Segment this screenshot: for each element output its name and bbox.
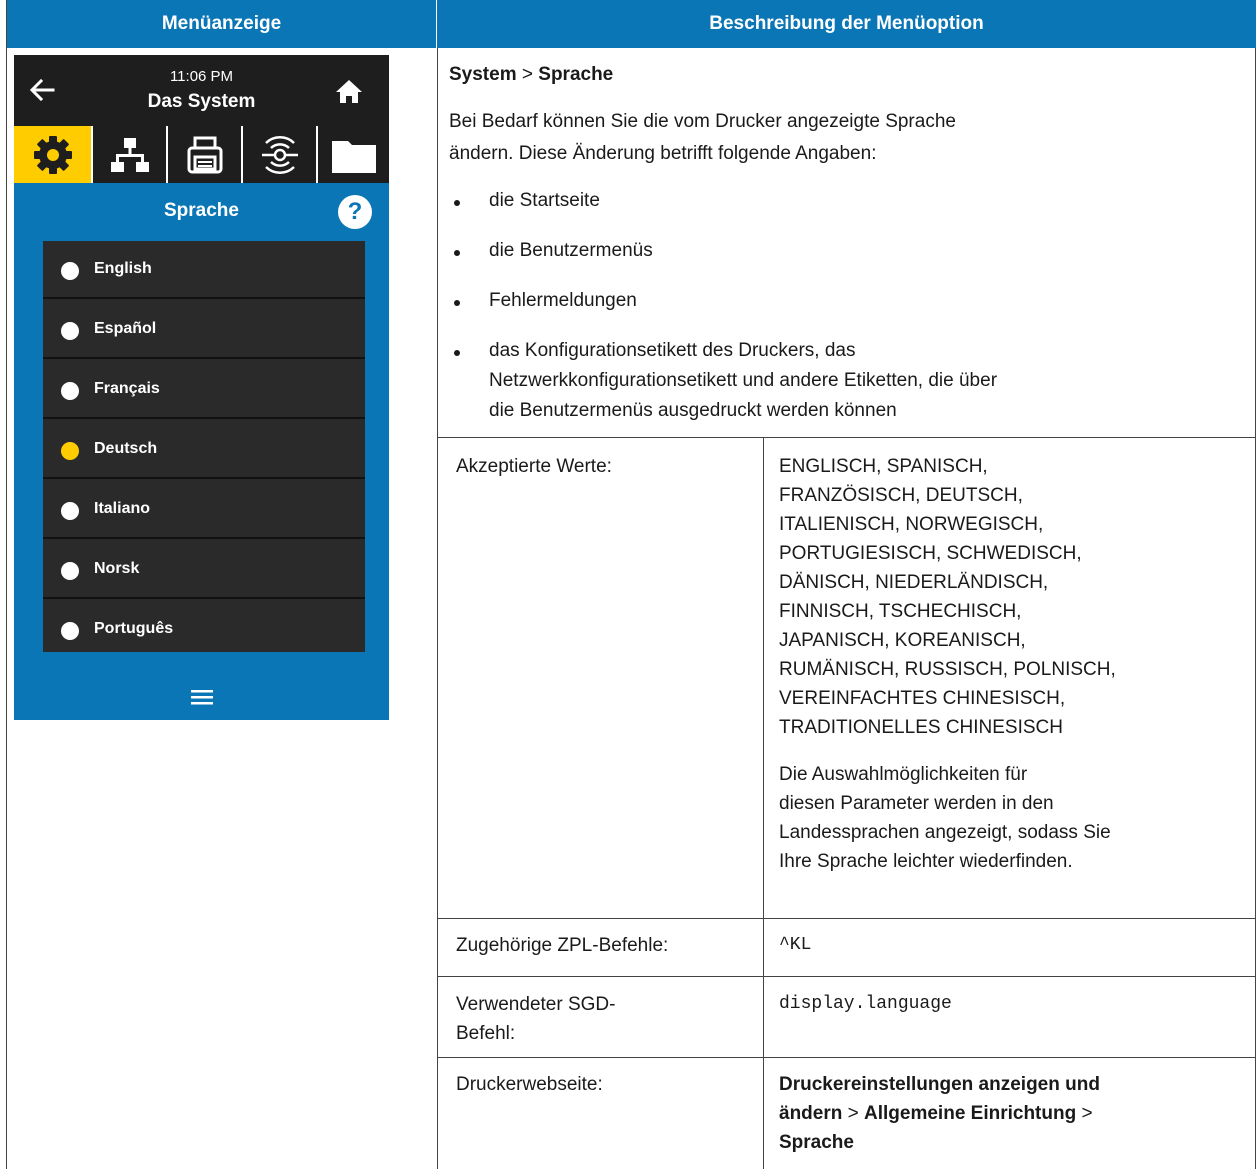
intro-line-2: ändern. Diese Änderung betrifft folgende… bbox=[449, 143, 877, 164]
home-icon[interactable] bbox=[335, 78, 363, 104]
radio-unselected-icon bbox=[61, 322, 79, 340]
accepted-value-line: ITALIENISCH, NORWEGISCH, bbox=[779, 514, 1044, 535]
printer-display-screenshot: 11:06 PM Das System Sprache ? English Es… bbox=[14, 55, 389, 720]
zpl-command-value: ^KL bbox=[779, 935, 812, 955]
rfid-icon bbox=[261, 135, 298, 174]
device-category-tabs bbox=[14, 126, 389, 183]
webpage-path-line: Sprache bbox=[779, 1132, 854, 1153]
hamburger-menu-icon[interactable] bbox=[191, 689, 213, 705]
network-icon bbox=[110, 137, 149, 172]
webpage-path-line: Druckereinstellungen anzeigen und bbox=[779, 1074, 1100, 1095]
tab-rfid[interactable] bbox=[241, 126, 316, 183]
language-label: Deutsch bbox=[94, 440, 158, 457]
tab-system-gear[interactable] bbox=[14, 126, 91, 183]
sgd-label-line: Verwendeter SGD- bbox=[456, 994, 616, 1015]
sgd-label-line: Befehl: bbox=[456, 1023, 516, 1044]
language-label: Español bbox=[94, 320, 157, 337]
device-clock: 11:06 PM bbox=[169, 68, 234, 85]
radio-unselected-icon bbox=[61, 382, 79, 400]
language-list: English Español Français Deutsch Italian… bbox=[43, 241, 365, 652]
header-menu-display: Menüanzeige bbox=[7, 0, 437, 48]
bullet-dot bbox=[454, 250, 460, 256]
header-menu-description: Beschreibung der Menüoption bbox=[437, 0, 1256, 48]
row-divider bbox=[437, 1057, 1256, 1058]
language-option-italiano[interactable]: Italiano bbox=[43, 481, 365, 539]
menu-path-separator: > bbox=[516, 64, 539, 85]
note-line: diesen Parameter werden in den bbox=[779, 793, 1054, 814]
zpl-commands-label: Zugehörige ZPL-Befehle: bbox=[456, 935, 669, 956]
language-label: Português bbox=[94, 620, 174, 637]
menu-path-language: Sprache bbox=[538, 64, 614, 85]
row-divider bbox=[437, 918, 1256, 919]
folder-icon bbox=[331, 140, 376, 173]
accepted-value-line: JAPANISCH, KOREANISCH, bbox=[779, 630, 1026, 651]
device-section-heading: Sprache ? bbox=[14, 183, 389, 241]
webpage-path-line: ändern > Allgemeine Einrichtung > bbox=[779, 1099, 1100, 1128]
note-line: Landessprachen angezeigt, sodass Sie bbox=[779, 822, 1111, 843]
language-option-english[interactable]: English bbox=[43, 241, 365, 299]
device-screen-title: Das System bbox=[147, 91, 256, 112]
bullet-item-continued: die Benutzermenüs ausgedruckt werden kön… bbox=[489, 400, 897, 421]
accepted-value-line: TRADITIONELLES CHINESISCH bbox=[779, 717, 1063, 738]
accepted-value-line: FINNISCH, TSCHECHISCH, bbox=[779, 601, 1022, 622]
row-divider bbox=[437, 437, 1256, 438]
radio-selected-icon bbox=[61, 442, 79, 460]
row-divider bbox=[437, 976, 1256, 977]
accepted-values-list: ENGLISCH, SPANISCH, FRANZÖSISCH, DEUTSCH… bbox=[779, 452, 1116, 742]
language-option-portugues[interactable]: Português bbox=[43, 601, 365, 652]
printer-webpage-label: Druckerwebseite: bbox=[456, 1074, 603, 1095]
radio-unselected-icon bbox=[61, 262, 79, 280]
note-line: Ihre Sprache leichter wiederfinden. bbox=[779, 851, 1073, 872]
device-top-bar: 11:06 PM Das System bbox=[14, 55, 389, 126]
help-icon[interactable]: ? bbox=[338, 195, 372, 229]
bullet-dot bbox=[454, 200, 460, 206]
note-line: Die Auswahlmöglichkeiten für bbox=[779, 764, 1028, 785]
language-label: English bbox=[94, 260, 152, 277]
column-divider bbox=[437, 48, 438, 1169]
language-option-deutsch[interactable]: Deutsch bbox=[43, 421, 365, 479]
menu-path: System > Sprache bbox=[449, 60, 613, 89]
bullet-item: die Benutzermenüs bbox=[489, 240, 653, 261]
language-option-norsk[interactable]: Norsk bbox=[43, 541, 365, 599]
accepted-value-line: RUMÄNISCH, RUSSISCH, POLNISCH, bbox=[779, 659, 1116, 680]
accepted-values-label: Akzeptierte Werte: bbox=[456, 456, 612, 477]
language-option-francais[interactable]: Français bbox=[43, 361, 365, 419]
bullet-dot bbox=[454, 300, 460, 306]
accepted-value-line: PORTUGIESISCH, SCHWEDISCH, bbox=[779, 543, 1082, 564]
language-label: Norsk bbox=[94, 560, 140, 577]
bullet-item-continued: Netzwerkkonfigurationsetikett und andere… bbox=[489, 370, 998, 391]
language-option-espanol[interactable]: Español bbox=[43, 301, 365, 359]
tab-storage[interactable] bbox=[316, 126, 389, 183]
radio-unselected-icon bbox=[61, 622, 79, 640]
bullet-item: das Konfigurationsetikett des Druckers, … bbox=[489, 340, 856, 361]
accepted-value-line: VEREINFACHTES CHINESISCH, bbox=[779, 688, 1066, 709]
accepted-value-line: FRANZÖSISCH, DEUTSCH, bbox=[779, 485, 1023, 506]
intro-line-1: Bei Bedarf können Sie die vom Drucker an… bbox=[449, 111, 956, 132]
sgd-command-label: Verwendeter SGD- Befehl: bbox=[456, 990, 615, 1048]
webpage-path-separator: > bbox=[1076, 1103, 1093, 1124]
radio-unselected-icon bbox=[61, 502, 79, 520]
bullet-item: Fehlermeldungen bbox=[489, 290, 637, 311]
bullet-item: die Startseite bbox=[489, 190, 600, 211]
language-label: Italiano bbox=[94, 500, 151, 517]
accepted-value-line: DÄNISCH, NIEDERLÄNDISCH, bbox=[779, 572, 1049, 593]
menu-path-system: System bbox=[449, 64, 517, 85]
webpage-path-separator: > bbox=[842, 1103, 865, 1124]
subtable-column-divider bbox=[763, 437, 764, 1169]
accepted-value-line: ENGLISCH, SPANISCH, bbox=[779, 456, 988, 477]
printer-icon bbox=[187, 136, 222, 173]
radio-unselected-icon bbox=[61, 562, 79, 580]
webpage-path-part: Allgemeine Einrichtung bbox=[864, 1103, 1077, 1124]
accepted-values-note: Die Auswahlmöglichkeiten für diesen Para… bbox=[779, 760, 1111, 876]
screen-heading: Sprache bbox=[164, 200, 239, 221]
gear-icon bbox=[33, 135, 72, 174]
language-label: Français bbox=[94, 380, 160, 397]
printer-webpage-path: Druckereinstellungen anzeigen und ändern… bbox=[779, 1070, 1100, 1157]
tab-print[interactable] bbox=[166, 126, 241, 183]
tab-network[interactable] bbox=[91, 126, 166, 183]
webpage-path-part: ändern bbox=[779, 1103, 843, 1124]
bullet-dot bbox=[454, 350, 460, 356]
sgd-command-value: display.language bbox=[779, 994, 952, 1014]
